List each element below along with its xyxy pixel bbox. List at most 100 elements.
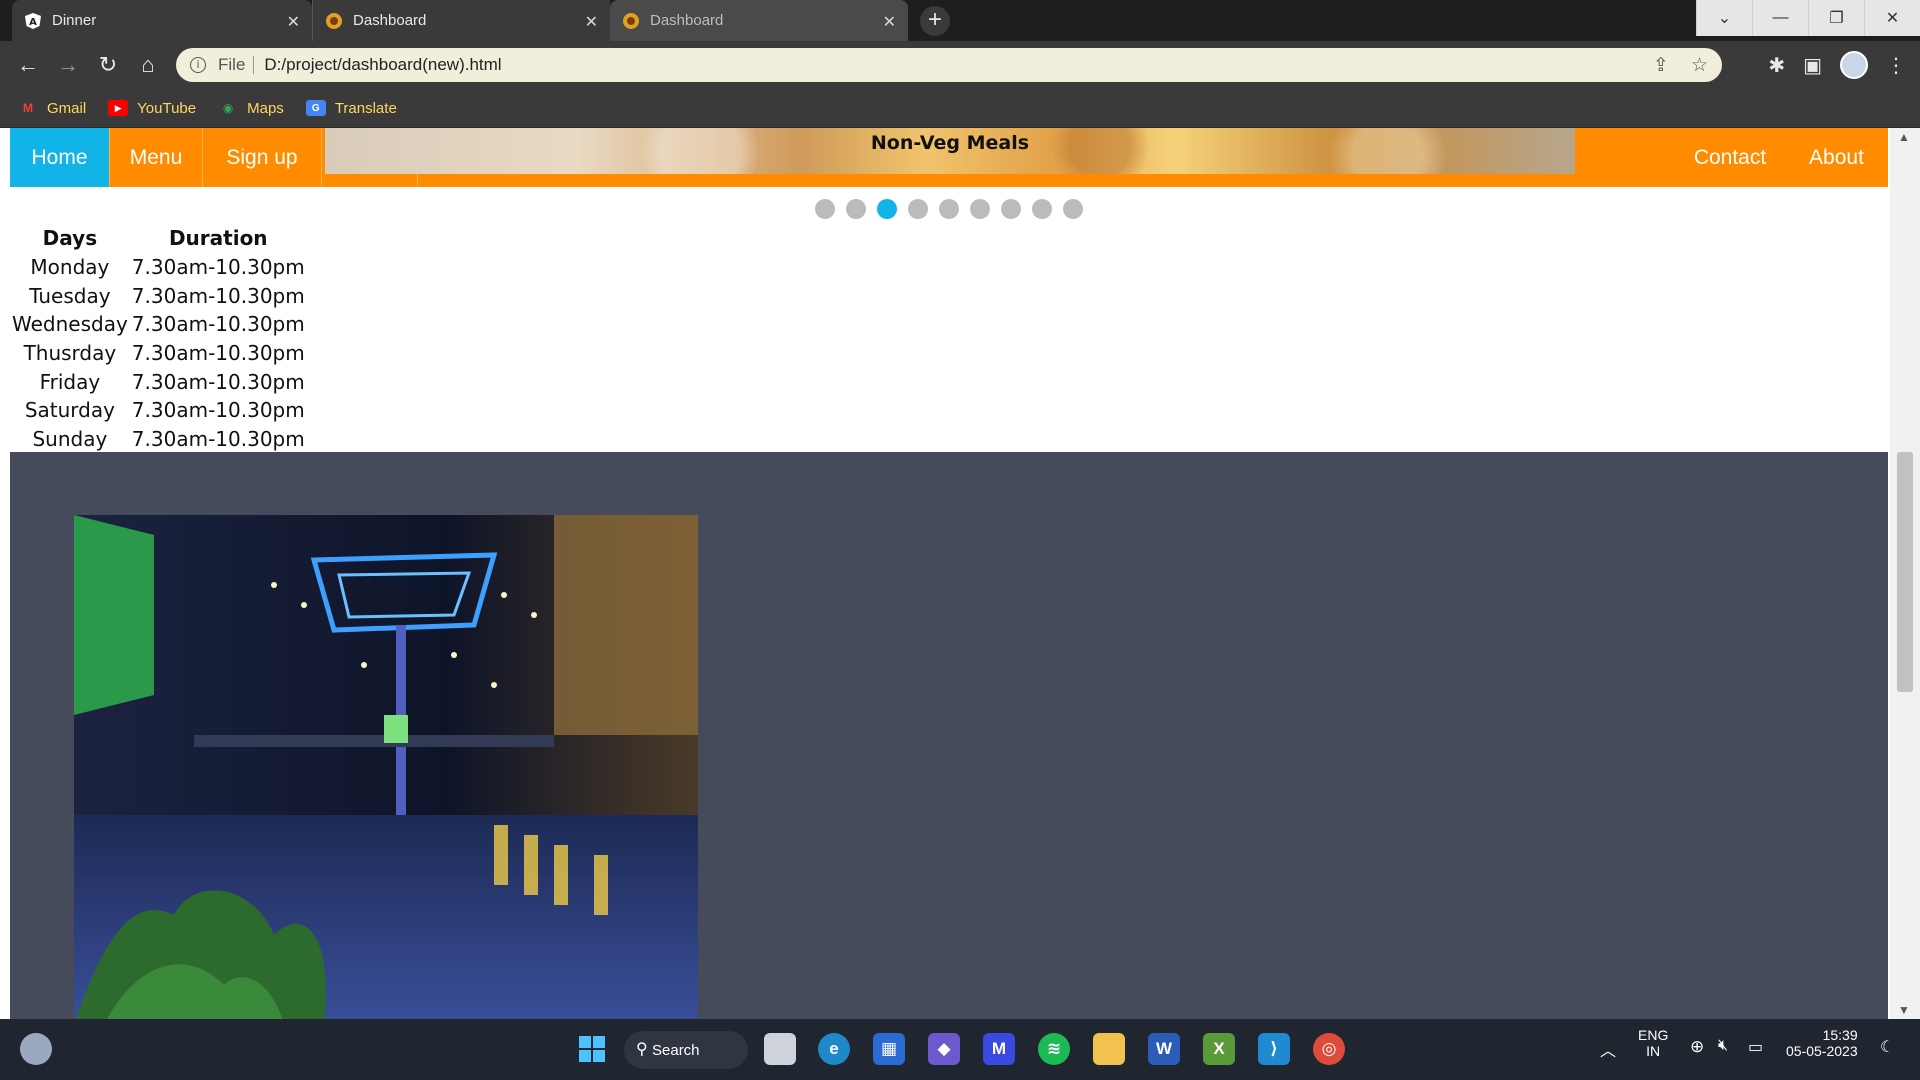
nav-signup[interactable]: Sign up bbox=[203, 128, 322, 187]
back-icon[interactable]: ← bbox=[14, 51, 42, 79]
tray-chevron-icon[interactable]: ︿ bbox=[1600, 1037, 1616, 1061]
chrome-icon[interactable]: ◎ bbox=[1313, 1033, 1345, 1065]
volume-muted-icon[interactable]: 🔇︎ bbox=[1718, 1037, 1728, 1055]
bookmark-youtube[interactable]: ▶ YouTube bbox=[108, 100, 196, 117]
home-icon[interactable]: ⌂ bbox=[134, 51, 162, 79]
address-bar[interactable]: i File D:/project/dashboard(new).html ⇪ … bbox=[176, 48, 1722, 82]
slider-caption: Non-Veg Meals bbox=[870, 132, 1030, 154]
slider-dots bbox=[815, 199, 1083, 219]
bookmark-maps[interactable]: ◉ Maps bbox=[218, 100, 284, 117]
youtube-icon: ▶ bbox=[108, 100, 129, 116]
slider-dot[interactable] bbox=[846, 199, 866, 219]
tab-dashboard-1[interactable]: Dashboard ✕ bbox=[312, 0, 610, 41]
close-window-button[interactable]: ✕ bbox=[1864, 0, 1920, 36]
slider-dot[interactable] bbox=[1001, 199, 1021, 219]
network-icon[interactable]: ⊕ bbox=[1690, 1037, 1704, 1057]
table-row: Friday 7.30am-10.30pm bbox=[10, 367, 307, 396]
tab-dashboard-2[interactable]: Dashboard ✕ bbox=[610, 0, 908, 41]
nav-about[interactable]: About bbox=[1785, 128, 1888, 187]
forward-icon[interactable]: → bbox=[54, 51, 82, 79]
nav-menu[interactable]: Menu bbox=[110, 128, 203, 187]
bookmark-gmail[interactable]: M Gmail bbox=[18, 100, 86, 117]
table-header-row: Days Duration bbox=[10, 223, 307, 253]
side-panel-icon[interactable]: ▣ bbox=[1803, 53, 1822, 78]
excel-icon[interactable]: X bbox=[1203, 1033, 1235, 1065]
duration-cell: 7.30am-10.30pm bbox=[131, 398, 305, 423]
reload-icon[interactable]: ↻ bbox=[94, 51, 122, 79]
browser-toolbar: ← → ↻ ⌂ i File D:/project/dashboard(new)… bbox=[0, 41, 1920, 89]
minimize-button[interactable]: — bbox=[1752, 0, 1808, 36]
close-tab-icon[interactable]: ✕ bbox=[287, 12, 300, 32]
table-row: Wednesday 7.30am-10.30pm bbox=[10, 310, 307, 339]
close-tab-icon[interactable]: ✕ bbox=[585, 12, 598, 32]
language-indicator[interactable]: ENG IN bbox=[1638, 1027, 1668, 1059]
spotify-icon[interactable]: ≋ bbox=[1038, 1033, 1070, 1065]
close-tab-icon[interactable]: ✕ bbox=[883, 12, 896, 32]
slider-dot[interactable] bbox=[970, 199, 990, 219]
edge-icon[interactable]: e bbox=[818, 1033, 850, 1065]
scheme-label: File bbox=[218, 55, 246, 74]
svg-text:A: A bbox=[29, 17, 37, 28]
menu-kebab-icon[interactable]: ⋮ bbox=[1886, 53, 1906, 78]
vscode-icon[interactable]: ⟩ bbox=[1258, 1033, 1290, 1065]
nav-home[interactable]: Home bbox=[10, 128, 110, 187]
scroll-down-icon[interactable]: ▼ bbox=[1898, 1003, 1910, 1017]
bookmark-translate[interactable]: G Translate bbox=[305, 100, 397, 117]
gallery-section bbox=[10, 452, 1888, 1019]
translate-icon: G bbox=[305, 100, 326, 116]
divider bbox=[417, 174, 418, 187]
slider-image[interactable]: Non-Veg Meals bbox=[325, 128, 1575, 174]
table-row: Sunday 7.30am-10.30pm bbox=[10, 425, 307, 454]
site-info-icon[interactable]: i bbox=[190, 57, 206, 73]
taskbar-search-button[interactable]: ⚲ Search bbox=[624, 1031, 748, 1069]
bookmark-label: YouTube bbox=[137, 99, 197, 117]
slider-dot[interactable] bbox=[815, 199, 835, 219]
column-header-days: Days bbox=[42, 226, 98, 250]
slider-dot[interactable] bbox=[1063, 199, 1083, 219]
day-cell: Friday bbox=[39, 369, 101, 394]
share-icon[interactable]: ⇪ bbox=[1653, 54, 1669, 77]
scrollbar-thumb[interactable] bbox=[1897, 452, 1913, 692]
tab-dinner[interactable]: A Dinner ✕ bbox=[12, 0, 312, 41]
browser-tab-strip: A Dinner ✕ Dashboard ✕ Dashboard ✕ + ⌄ —… bbox=[0, 0, 1920, 41]
window-controls: ⌄ — ❐ ✕ bbox=[1696, 0, 1920, 36]
notification-icon[interactable]: ☾ bbox=[1880, 1037, 1894, 1057]
clock-time: 15:39 bbox=[1822, 1027, 1858, 1043]
slider-dot[interactable] bbox=[877, 199, 897, 219]
divider bbox=[253, 56, 255, 74]
profile-avatar[interactable] bbox=[1840, 51, 1868, 79]
slider-dot[interactable] bbox=[1032, 199, 1052, 219]
file-explorer-icon[interactable] bbox=[1093, 1033, 1125, 1065]
weather-icon[interactable] bbox=[20, 1033, 52, 1065]
extensions-icon[interactable]: ✱ bbox=[1768, 53, 1785, 78]
day-cell: Saturday bbox=[24, 398, 115, 423]
clock-date: 05-05-2023 bbox=[1786, 1043, 1858, 1059]
restore-button[interactable]: ❐ bbox=[1808, 0, 1864, 36]
lang-top: ENG bbox=[1638, 1027, 1669, 1043]
duration-cell: 7.30am-10.30pm bbox=[131, 426, 305, 451]
battery-icon[interactable]: ▭ bbox=[1748, 1037, 1763, 1057]
slider-dot[interactable] bbox=[939, 199, 959, 219]
table-row: Thusrday 7.30am-10.30pm bbox=[10, 339, 307, 368]
scroll-up-icon[interactable]: ▲ bbox=[1898, 130, 1910, 144]
dashboard-favicon bbox=[325, 12, 343, 30]
word-icon[interactable]: W bbox=[1148, 1033, 1180, 1065]
slider-footer bbox=[325, 174, 1575, 187]
nav-contact[interactable]: Contact bbox=[1675, 128, 1785, 187]
day-cell: Tuesday bbox=[29, 283, 111, 308]
bookmarks-bar: M Gmail ▶ YouTube ◉ Maps G Translate bbox=[0, 89, 1920, 128]
new-tab-button[interactable]: + bbox=[920, 6, 950, 36]
clock[interactable]: 15:39 05-05-2023 bbox=[1786, 1027, 1858, 1059]
bookmark-star-icon[interactable]: ☆ bbox=[1691, 54, 1708, 77]
day-cell: Wednesday bbox=[12, 312, 128, 337]
page-scrollbar[interactable]: ▲ ▼ bbox=[1890, 128, 1920, 1019]
tab-search-icon[interactable]: ⌄ bbox=[1696, 0, 1752, 36]
store-icon[interactable]: ▦ bbox=[873, 1033, 905, 1065]
windows-start-icon[interactable] bbox=[576, 1033, 608, 1065]
day-cell: Monday bbox=[30, 255, 110, 280]
copilot-icon[interactable]: ◆ bbox=[928, 1033, 960, 1065]
task-view-icon[interactable] bbox=[764, 1033, 796, 1065]
app-icon[interactable]: M bbox=[983, 1033, 1015, 1065]
duration-cell: 7.30am-10.30pm bbox=[131, 312, 305, 337]
slider-dot[interactable] bbox=[908, 199, 928, 219]
